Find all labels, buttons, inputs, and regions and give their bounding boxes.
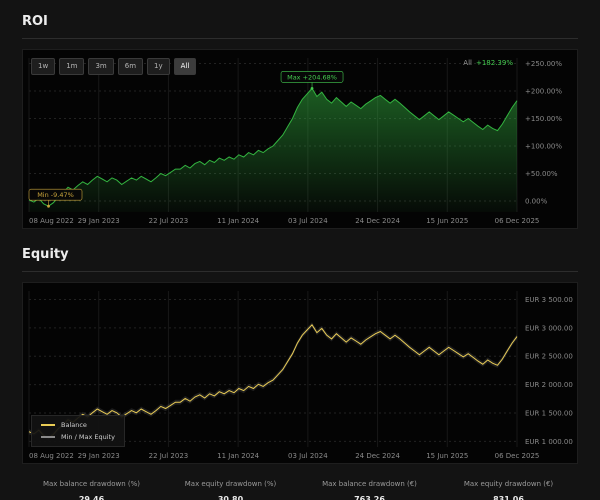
svg-text:24 Dec 2024: 24 Dec 2024 [355,217,400,225]
trading-dashboard: ROI 1w1m3m6m1yAll All+182.39% 08 Aug 202… [0,0,600,500]
svg-text:15 Jun 2025: 15 Jun 2025 [426,452,468,460]
svg-text:Max +204.68%: Max +204.68% [287,73,337,81]
range-toolbar: 1w1m3m 6m1yAll [31,58,196,75]
svg-text:03 Jul 2024: 03 Jul 2024 [288,217,328,225]
svg-text:11 Jan 2024: 11 Jan 2024 [217,452,260,460]
svg-text:EUR 1 000.00: EUR 1 000.00 [525,438,573,446]
stat-label: Max equity drawdown (€) [439,480,578,488]
roi-summary-range-label: All [463,59,472,67]
minmax-equity-swatch [41,436,55,438]
svg-text:08 Aug 2022: 08 Aug 2022 [29,217,74,225]
svg-text:0.00%: 0.00% [525,198,548,206]
svg-text:06 Dec 2025: 06 Dec 2025 [495,217,540,225]
svg-text:EUR 2 000.00: EUR 2 000.00 [525,381,573,389]
svg-text:EUR 2 500.00: EUR 2 500.00 [525,353,573,361]
svg-text:22 Jul 2023: 22 Jul 2023 [149,452,189,460]
legend-item-balance: Balance [41,421,115,429]
stat-value: 29.46 [22,495,161,500]
roi-chart-panel: 1w1m3m6m1yAll All+182.39% 08 Aug 202229 … [22,49,578,229]
roi-chart[interactable]: 08 Aug 2022 29 Jan 2023 22 Jul 2023 11 Jan … [23,50,577,228]
svg-text:Min -9.47%: Min -9.47% [37,191,74,199]
svg-text:+250.00%: +250.00% [525,60,562,68]
range-button-6m[interactable]: 6m [118,58,143,75]
drawdown-stats-row: Max balance drawdown (%) 29.46 Max equit… [22,480,578,500]
range-button-3m[interactable]: 3m [88,58,113,75]
stat-max-balance-drawdown-eur: Max balance drawdown (€) 763.26 [300,480,439,500]
svg-text:03 Jul 2024: 03 Jul 2024 [288,452,328,460]
range-button-1m[interactable]: 1m [59,58,84,75]
legend-item-minmax-equity: Min / Max Equity [41,433,115,441]
stat-max-equity-drawdown-pct: Max equity drawdown (%) 30.80 [161,480,300,500]
svg-text:24 Dec 2024: 24 Dec 2024 [355,452,400,460]
svg-text:11 Jan 2024: 11 Jan 2024 [217,217,260,225]
svg-text:+100.00%: +100.00% [525,143,562,151]
roi-summary: All +182.39% [463,59,513,67]
stat-value: 763.26 [300,495,439,500]
range-button-1y[interactable]: 1y [147,58,170,75]
svg-text:29 Jan 2023: 29 Jan 2023 [78,217,120,225]
svg-text:15 Jun 2025: 15 Jun 2025 [426,217,468,225]
svg-text:EUR 3 500.00: EUR 3 500.00 [525,296,573,304]
svg-text:EUR 1 500.00: EUR 1 500.00 [525,409,573,417]
svg-text:29 Jan 2023: 29 Jan 2023 [78,452,120,460]
stat-label: Max balance drawdown (%) [22,480,161,488]
roi-section: ROI 1w1m3m6m1yAll All+182.39% 08 Aug 202… [22,10,578,229]
stat-label: Max equity drawdown (%) [161,480,300,488]
equity-section: Equity 08 Aug 2022 29 Jan 2023 22 Jul 2023… [22,243,578,464]
svg-text:22 Jul 2023: 22 Jul 2023 [149,217,189,225]
svg-text:EUR 3 000.00: EUR 3 000.00 [525,324,573,332]
stat-max-balance-drawdown-pct: Max balance drawdown (%) 29.46 [22,480,161,500]
roi-summary-value: +182.39% [476,59,513,67]
svg-text:06 Dec 2025: 06 Dec 2025 [495,452,540,460]
range-button-1w[interactable]: 1w [31,58,55,75]
roi-section-title: ROI [22,10,578,39]
svg-text:+200.00%: +200.00% [525,88,562,96]
svg-text:+50.00%: +50.00% [525,170,558,178]
legend-label-minmax-equity: Min / Max Equity [61,433,115,441]
equity-chart-panel: 08 Aug 2022 29 Jan 2023 22 Jul 2023 11 Jan … [22,282,578,464]
stat-label: Max balance drawdown (€) [300,480,439,488]
balance-line-swatch [41,424,55,426]
equity-section-title: Equity [22,243,578,272]
stat-max-equity-drawdown-eur: Max equity drawdown (€) 831.06 [439,480,578,500]
stat-value: 831.06 [439,495,578,500]
legend-label-balance: Balance [61,421,87,429]
stat-value: 30.80 [161,495,300,500]
svg-text:+150.00%: +150.00% [525,115,562,123]
svg-text:08 Aug 2022: 08 Aug 2022 [29,452,74,460]
range-button-all[interactable]: All [174,58,197,75]
equity-legend: Balance Min / Max Equity [31,415,125,447]
